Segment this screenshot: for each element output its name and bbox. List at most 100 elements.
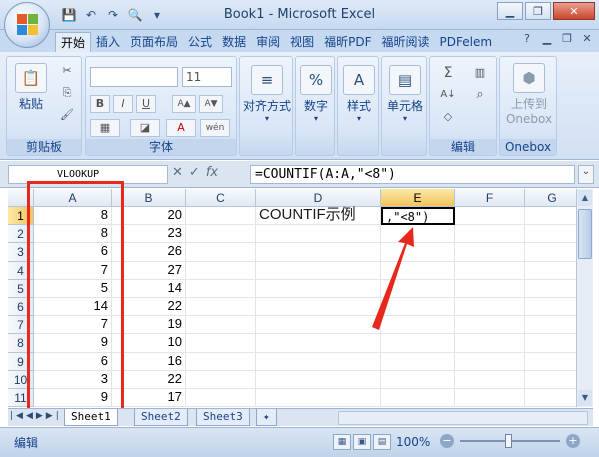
cell-f8[interactable]: [455, 334, 525, 353]
bold-button[interactable]: B: [90, 95, 110, 113]
cell-e4[interactable]: [381, 261, 455, 280]
cell-a2[interactable]: 8: [34, 225, 112, 244]
row-header[interactable]: 4: [8, 261, 34, 280]
zoom-in-button[interactable]: +: [566, 434, 580, 448]
cell-f1[interactable]: [455, 207, 525, 226]
row-header[interactable]: 10: [8, 370, 34, 389]
office-button[interactable]: [4, 2, 50, 48]
expand-formula-bar-icon[interactable]: ⌄: [578, 165, 594, 184]
cell-d7[interactable]: [256, 316, 381, 335]
cell-c7[interactable]: [186, 316, 256, 335]
fill-color-icon[interactable]: ◪: [130, 119, 160, 137]
cell-e2[interactable]: [381, 225, 455, 244]
font-size-combo[interactable]: 11: [182, 67, 232, 87]
cell-d1[interactable]: COUNTIF示例: [256, 206, 381, 226]
active-cell-e1[interactable]: ,"<8"): [381, 207, 455, 226]
cell-b1[interactable]: 20: [112, 207, 186, 226]
name-box[interactable]: VLOOKUP: [8, 165, 168, 184]
cell-a1[interactable]: 8: [34, 207, 112, 226]
column-header-g[interactable]: G: [525, 189, 576, 207]
cell-c5[interactable]: [186, 279, 256, 298]
cell-g9[interactable]: [525, 353, 576, 371]
page-break-view-icon[interactable]: ▤: [373, 434, 391, 450]
alignment-button[interactable]: ≡ 对齐方式 ▾: [242, 65, 292, 123]
underline-button[interactable]: U: [136, 95, 156, 113]
cut-icon[interactable]: ✂: [57, 63, 77, 81]
cell-d8[interactable]: [256, 334, 381, 353]
cell-e8[interactable]: [381, 334, 455, 353]
sheet-tab-3[interactable]: Sheet3: [196, 409, 250, 426]
autosum-icon[interactable]: Σ: [434, 65, 462, 83]
cell-g6[interactable]: [525, 298, 576, 317]
tab-4[interactable]: 数据: [217, 32, 251, 52]
paste-button[interactable]: 📋 粘贴: [13, 63, 49, 112]
scroll-thumb[interactable]: [578, 209, 592, 259]
cells-button[interactable]: ▤ 单元格 ▾: [385, 65, 425, 123]
cell-c3[interactable]: [186, 243, 256, 262]
cell-e11[interactable]: [381, 389, 455, 407]
row-header[interactable]: 6: [8, 298, 34, 317]
cancel-icon[interactable]: ✕: [172, 165, 183, 180]
number-button[interactable]: % 数字 ▾: [298, 65, 334, 123]
cell-d6[interactable]: [256, 298, 381, 317]
row-header[interactable]: 8: [8, 334, 34, 353]
cell-c1[interactable]: [186, 207, 256, 226]
minimize-ribbon-icon[interactable]: ▁: [539, 32, 555, 48]
tab-9[interactable]: PDFelem: [435, 32, 498, 52]
enter-icon[interactable]: ✓: [189, 165, 200, 180]
cell-b2[interactable]: 23: [112, 225, 186, 244]
row-header[interactable]: 7: [8, 316, 34, 335]
cell-b8[interactable]: 10: [112, 334, 186, 353]
cell-e7[interactable]: [381, 316, 455, 335]
tab-6[interactable]: 视图: [285, 32, 319, 52]
cell-d5[interactable]: [256, 279, 381, 298]
column-header-f[interactable]: F: [455, 189, 525, 207]
column-header-a[interactable]: A: [34, 189, 112, 207]
row-header[interactable]: 9: [8, 352, 34, 371]
cell-g11[interactable]: [525, 389, 576, 407]
cell-a4[interactable]: 7: [34, 261, 112, 280]
minimize-button[interactable]: ▁: [497, 2, 523, 20]
cell-b4[interactable]: 27: [112, 261, 186, 280]
cell-f11[interactable]: [455, 389, 525, 407]
upload-onebox-button[interactable]: ⬢ 上传到 Onebox: [502, 63, 556, 126]
cell-a11[interactable]: 9: [34, 389, 112, 407]
zoom-slider-knob[interactable]: [505, 434, 512, 448]
cell-b3[interactable]: 26: [112, 243, 186, 262]
insert-sheet-icon[interactable]: ✦: [256, 409, 277, 426]
cell-a9[interactable]: 6: [34, 352, 112, 371]
cell-a5[interactable]: 5: [34, 279, 112, 298]
cell-e6[interactable]: [381, 298, 455, 317]
insert-function-icon[interactable]: fx: [206, 165, 218, 180]
cell-f10[interactable]: [455, 370, 525, 389]
cell-b11[interactable]: 17: [112, 389, 186, 407]
cell-g1[interactable]: [525, 207, 576, 226]
help-icon[interactable]: ?: [519, 32, 535, 48]
cell-c8[interactable]: [186, 334, 256, 353]
row-header[interactable]: 11: [8, 389, 34, 407]
cell-a6[interactable]: 14: [34, 298, 112, 317]
cell-d10[interactable]: [256, 370, 381, 389]
row-header[interactable]: 3: [8, 243, 34, 262]
cell-d4[interactable]: [256, 261, 381, 280]
cell-c9[interactable]: [186, 352, 256, 371]
restore-ribbon-icon[interactable]: ❐: [559, 32, 575, 48]
row-header[interactable]: 1: [8, 207, 34, 226]
cell-d9[interactable]: [256, 352, 381, 371]
cell-g7[interactable]: [525, 316, 576, 335]
sort-filter-icon[interactable]: A↓: [434, 87, 462, 105]
cell-c11[interactable]: [186, 389, 256, 407]
zoom-out-button[interactable]: −: [440, 434, 454, 448]
scroll-up-icon[interactable]: ▲: [578, 190, 592, 206]
grow-font-button[interactable]: A▲: [172, 95, 196, 113]
cell-g2[interactable]: [525, 225, 576, 244]
font-name-combo[interactable]: [90, 67, 178, 87]
scroll-down-icon[interactable]: ▼: [578, 390, 592, 406]
cell-a10[interactable]: 3: [34, 370, 112, 389]
cell-f2[interactable]: [455, 225, 525, 244]
cell-g4[interactable]: [525, 262, 576, 280]
normal-view-icon[interactable]: ▦: [333, 434, 351, 450]
horizontal-scrollbar[interactable]: [338, 411, 588, 425]
zoom-level[interactable]: 100%: [396, 435, 430, 449]
find-select-icon[interactable]: ⌕: [466, 87, 494, 105]
